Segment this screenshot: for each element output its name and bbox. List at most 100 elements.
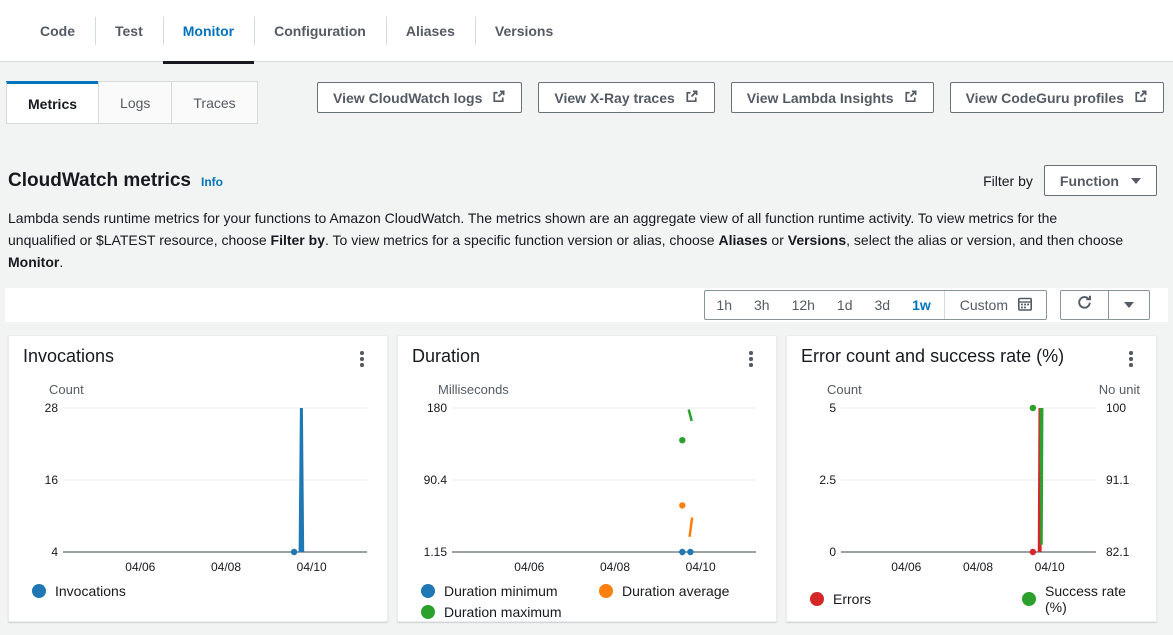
errors-plot: 51002.591.1082.104/0604/0804/10 [801, 400, 1142, 583]
chart-title: Invocations [23, 346, 114, 367]
tab-configuration[interactable]: Configuration [254, 0, 386, 62]
view-cloudwatch-logs-button[interactable]: View CloudWatch logs [317, 82, 522, 113]
metrics-description: Lambda sends runtime metrics for your fu… [8, 207, 1128, 273]
chart-title: Error count and success rate (%) [801, 346, 1064, 367]
svg-text:04/06: 04/06 [514, 560, 544, 574]
tab-versions[interactable]: Versions [475, 0, 573, 62]
svg-text:0: 0 [829, 545, 836, 559]
svg-text:16: 16 [45, 473, 59, 487]
legend-item-invocations[interactable]: Invocations [32, 583, 126, 599]
chart-card-invocations: Invocations Count 2816404/0604/0804/10 I… [8, 335, 388, 622]
monitor-toolbar: Metrics Logs Traces View CloudWatch logs… [6, 81, 1164, 124]
svg-text:04/08: 04/08 [600, 560, 630, 574]
chart-legend: Errors Success rate (%) [810, 583, 1142, 615]
custom-label: Custom [960, 297, 1008, 313]
chevron-down-icon [1131, 178, 1141, 184]
tab-code[interactable]: Code [20, 0, 95, 62]
tab-test[interactable]: Test [95, 0, 163, 62]
y-axis-left-label: Count [827, 382, 862, 398]
svg-text:28: 28 [45, 401, 59, 415]
duration-plot: 18090.41.1504/0604/0804/10 [412, 400, 762, 583]
subtab-traces[interactable]: Traces [171, 81, 257, 124]
range-1h[interactable]: 1h [705, 291, 743, 319]
svg-text:5: 5 [829, 401, 836, 415]
range-1d[interactable]: 1d [826, 291, 864, 319]
time-range-group: 1h 3h 12h 1d 3d 1w Custom [704, 290, 1047, 320]
chevron-down-icon [1124, 302, 1134, 308]
chart-svg: 51002.591.1082.104/0604/0804/10 [801, 400, 1144, 578]
divider [944, 291, 945, 319]
lambda-monitor-page: Code Test Monitor Configuration Aliases … [0, 0, 1173, 635]
button-label: View X-Ray traces [554, 90, 674, 106]
view-xray-traces-button[interactable]: View X-Ray traces [538, 82, 714, 113]
filter-dropdown[interactable]: Function [1044, 165, 1157, 196]
external-link-icon [903, 89, 918, 107]
chart-card-errors: Error count and success rate (%) Count N… [786, 335, 1157, 622]
button-label: View CloudWatch logs [333, 90, 482, 106]
legend-label: Duration maximum [444, 604, 561, 620]
external-link-icon [491, 89, 506, 107]
legend-item-success-rate[interactable]: Success rate (%) [1022, 583, 1142, 615]
legend-label: Duration minimum [444, 583, 558, 599]
view-codeguru-profiles-button[interactable]: View CodeGuru profiles [950, 82, 1164, 113]
refresh-options-dropdown[interactable] [1108, 291, 1149, 319]
svg-text:82.1: 82.1 [1106, 545, 1130, 559]
legend-swatch [421, 584, 435, 598]
legend-swatch [421, 605, 435, 619]
legend-swatch [599, 584, 613, 598]
legend-swatch [32, 584, 46, 598]
chart-menu-kebab-icon[interactable] [1120, 348, 1142, 370]
chart-title: Duration [412, 346, 480, 367]
legend-item-duration-average[interactable]: Duration average [599, 583, 762, 599]
legend-label: Success rate (%) [1045, 583, 1142, 615]
legend-item-duration-minimum[interactable]: Duration minimum [421, 583, 599, 599]
svg-text:180: 180 [427, 401, 447, 415]
chart-menu-kebab-icon[interactable] [351, 348, 373, 370]
legend-label: Invocations [55, 583, 126, 599]
monitor-subtabs: Metrics Logs Traces [6, 81, 258, 124]
view-lambda-insights-button[interactable]: View Lambda Insights [731, 82, 934, 113]
svg-text:90.4: 90.4 [424, 473, 448, 487]
svg-text:04/06: 04/06 [125, 560, 155, 574]
info-link[interactable]: Info [201, 175, 223, 189]
range-3h[interactable]: 3h [743, 291, 781, 319]
svg-text:91.1: 91.1 [1106, 473, 1130, 487]
chart-menu-kebab-icon[interactable] [740, 348, 762, 370]
refresh-button[interactable] [1061, 291, 1108, 319]
external-actions: View CloudWatch logs View X-Ray traces V… [317, 82, 1164, 113]
charts-row: Invocations Count 28 16 4 04/06 04/08 04/10 I… [8, 335, 1165, 622]
page-title: CloudWatch metrics [8, 170, 191, 192]
subtab-metrics[interactable]: Metrics [6, 81, 99, 124]
svg-text:100: 100 [1106, 401, 1126, 415]
svg-text:04/10: 04/10 [297, 560, 327, 574]
svg-text:2.5: 2.5 [819, 473, 836, 487]
range-1w[interactable]: 1w [901, 291, 942, 319]
tab-aliases[interactable]: Aliases [386, 0, 475, 62]
function-tabbar: Code Test Monitor Configuration Aliases … [0, 0, 1173, 62]
legend-swatch [1022, 592, 1036, 606]
tab-monitor[interactable]: Monitor [163, 0, 254, 62]
button-label: View Lambda Insights [747, 90, 894, 106]
range-3d[interactable]: 3d [864, 291, 902, 319]
chart-card-duration: Duration Milliseconds 18090.41.1504/0604… [397, 335, 777, 622]
invocations-plot: 28 16 4 04/06 04/08 04/10 [23, 400, 373, 583]
legend-label: Duration average [622, 583, 729, 599]
svg-text:04/08: 04/08 [211, 560, 241, 574]
button-label: View CodeGuru profiles [966, 90, 1124, 106]
svg-text:04/10: 04/10 [686, 560, 716, 574]
chart-svg: 18090.41.1504/0604/0804/10 [412, 400, 764, 578]
legend-label: Errors [833, 591, 871, 607]
y-axis-label: Milliseconds [438, 382, 509, 398]
subtab-logs[interactable]: Logs [98, 81, 172, 124]
refresh-control [1060, 290, 1150, 320]
filter-dropdown-value: Function [1060, 173, 1119, 189]
legend-item-errors[interactable]: Errors [810, 583, 1022, 615]
y-axis-right-label: No unit [1099, 382, 1140, 398]
metrics-header-row: CloudWatch metrics Info Filter by Functi… [8, 165, 1157, 196]
range-12h[interactable]: 12h [781, 291, 826, 319]
svg-text:4: 4 [51, 545, 58, 559]
refresh-icon [1076, 294, 1093, 316]
legend-item-duration-maximum[interactable]: Duration maximum [421, 604, 599, 620]
range-custom[interactable]: Custom [947, 296, 1046, 315]
calendar-icon [1017, 296, 1033, 315]
